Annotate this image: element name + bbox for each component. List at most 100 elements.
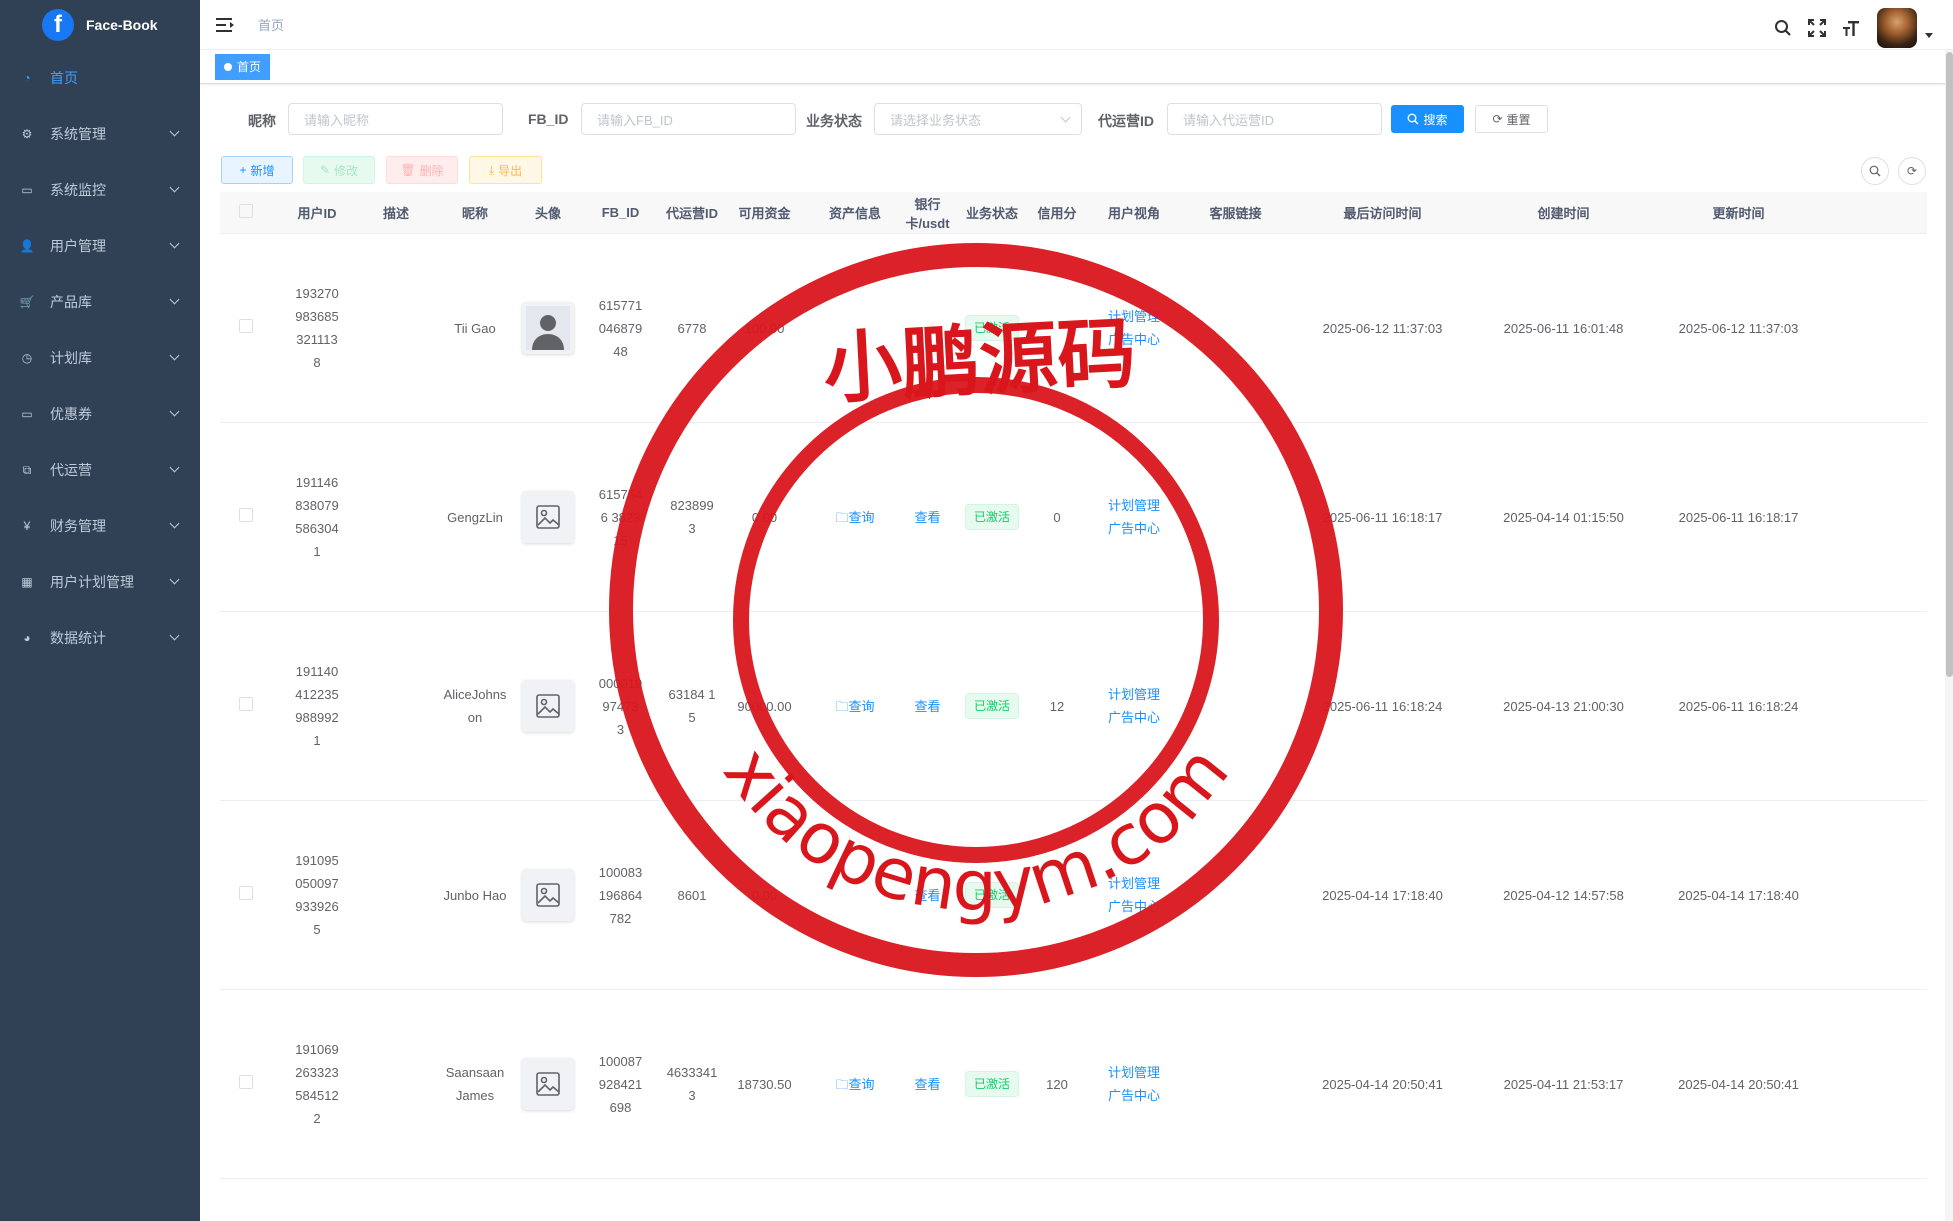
asset-query-link[interactable]: 🗀查询 bbox=[835, 1077, 874, 1092]
sidebar-item-2[interactable]: ▭ 系统监控 bbox=[0, 162, 200, 218]
sidebar-item-7[interactable]: ⧉ 代运营 bbox=[0, 442, 200, 498]
sidebar-item-1[interactable]: ⚙ 系统管理 bbox=[0, 106, 200, 162]
row-checkbox[interactable] bbox=[220, 695, 272, 718]
asset-query-link[interactable]: 🗀查询 bbox=[835, 699, 874, 714]
column-header[interactable]: 用户ID bbox=[272, 203, 362, 222]
table-row[interactable]: 1932709836853211138 Tii Gao 61577104687948… bbox=[220, 234, 1927, 423]
last-visit-cell: 2025-06-12 11:37:03 bbox=[1322, 320, 1443, 336]
bank-view-link[interactable]: 查看 bbox=[914, 888, 940, 903]
nickname-cell: Saansaan James bbox=[445, 1065, 505, 1103]
user-avatar[interactable] bbox=[1877, 8, 1917, 48]
column-header[interactable]: 可用资金 bbox=[719, 203, 810, 222]
table-row[interactable]: 1910950500979339265 Junbo Hao 100083196864… bbox=[220, 801, 1927, 990]
chevron-down-icon bbox=[169, 518, 180, 529]
row-checkbox[interactable] bbox=[220, 317, 272, 340]
add-button[interactable]: + 新增 bbox=[221, 156, 293, 184]
export-button-label: 导出 bbox=[498, 163, 523, 178]
sidebar-item-0[interactable]: ◔ 首页 bbox=[0, 50, 200, 106]
column-header[interactable]: 头像 bbox=[520, 203, 576, 222]
column-header[interactable]: 描述 bbox=[362, 203, 430, 222]
sidebar: f Face-Book ◔ 首页 ⚙ 系统管理 ▭ 系统监控 👤 用户管理 🛒 产品库 ◷ 计划库 ▭ 优… bbox=[0, 0, 200, 1221]
sidebar-item-5[interactable]: ◷ 计划库 bbox=[0, 330, 200, 386]
search-button[interactable]: 搜索 bbox=[1391, 105, 1464, 133]
image-placeholder-icon[interactable] bbox=[522, 1058, 574, 1110]
column-header[interactable]: 银行卡/usdt bbox=[900, 194, 955, 232]
caret-down-icon[interactable] bbox=[1925, 32, 1933, 38]
sidebar-item-4[interactable]: 🛒 产品库 bbox=[0, 274, 200, 330]
refresh-button[interactable]: ⟳ bbox=[1898, 157, 1926, 185]
person-avatar-icon[interactable] bbox=[522, 302, 574, 354]
status-badge: 已激活 bbox=[964, 504, 1019, 530]
ad-center-link[interactable]: 广告中心 bbox=[1085, 328, 1183, 351]
image-placeholder-icon[interactable] bbox=[522, 680, 574, 732]
status-select[interactable]: 请选择业务状态 bbox=[874, 103, 1082, 135]
nickname-input[interactable]: 请输入昵称 bbox=[288, 103, 503, 135]
ad-center-link[interactable]: 广告中心 bbox=[1085, 706, 1183, 729]
bank-cell: 查看 bbox=[900, 506, 955, 529]
search-icon[interactable] bbox=[1771, 16, 1795, 40]
bank-view-link[interactable]: 查看 bbox=[914, 1077, 940, 1092]
row-checkbox[interactable] bbox=[220, 884, 272, 907]
select-all-checkbox[interactable] bbox=[220, 204, 272, 221]
plan-management-link[interactable]: 计划管理 bbox=[1085, 305, 1183, 328]
column-header[interactable]: 代运营ID bbox=[665, 203, 719, 222]
column-header[interactable]: FB_ID bbox=[576, 205, 665, 220]
edit-button[interactable]: ✎ 修改 bbox=[303, 156, 375, 184]
reset-button[interactable]: ⟳ 重置 bbox=[1475, 105, 1548, 133]
fbid-input[interactable]: 请输入FB_ID bbox=[581, 103, 796, 135]
delete-button[interactable]: 🗑 删除 bbox=[386, 156, 458, 184]
row-checkbox[interactable] bbox=[220, 1073, 272, 1096]
navbar-right bbox=[1761, 8, 1933, 48]
nickname-cell: GengzLin bbox=[447, 509, 503, 525]
avatar-cell bbox=[520, 491, 576, 543]
bank-view-link[interactable]: 查看 bbox=[914, 510, 940, 525]
ad-center-link[interactable]: 广告中心 bbox=[1085, 895, 1183, 918]
sidebar-item-10[interactable]: ◕ 数据统计 bbox=[0, 610, 200, 666]
breadcrumb[interactable]: 首页 bbox=[258, 15, 284, 34]
plan-management-link[interactable]: 计划管理 bbox=[1085, 872, 1183, 895]
sidebar-item-3[interactable]: 👤 用户管理 bbox=[0, 218, 200, 274]
chevron-down-icon bbox=[169, 462, 180, 473]
column-header[interactable]: 昵称 bbox=[430, 203, 520, 222]
column-header[interactable]: 最后访问时间 bbox=[1288, 203, 1477, 222]
column-header[interactable]: 更新时间 bbox=[1650, 203, 1827, 222]
user-id-cell: 1910692633235845122 bbox=[295, 1042, 339, 1126]
image-placeholder-icon[interactable] bbox=[522, 869, 574, 921]
plan-management-link[interactable]: 计划管理 bbox=[1085, 683, 1183, 706]
hamburger-icon[interactable] bbox=[216, 17, 234, 32]
plan-management-link[interactable]: 计划管理 bbox=[1085, 1061, 1183, 1084]
plan-management-link[interactable]: 计划管理 bbox=[1085, 494, 1183, 517]
column-header[interactable]: 创建时间 bbox=[1477, 203, 1650, 222]
sidebar-item-label: 系统监控 bbox=[50, 182, 106, 198]
column-header[interactable]: 客服链接 bbox=[1183, 203, 1288, 222]
font-size-icon[interactable] bbox=[1839, 16, 1863, 40]
ad-center-link[interactable]: 广告中心 bbox=[1085, 1084, 1183, 1107]
agent-input[interactable]: 请输入代运营ID bbox=[1167, 103, 1382, 135]
column-header[interactable]: 资产信息 bbox=[810, 203, 900, 222]
sidebar-item-9[interactable]: ▦ 用户计划管理 bbox=[0, 554, 200, 610]
table-row[interactable]: 1911404122359889921 AliceJohnson 000019 97… bbox=[220, 612, 1927, 801]
sidebar-item-6[interactable]: ▭ 优惠券 bbox=[0, 386, 200, 442]
export-button[interactable]: ⤓ 导出 bbox=[469, 156, 542, 184]
fb-id-cell: 100083196864782 bbox=[598, 864, 643, 926]
column-header[interactable]: 业务状态 bbox=[955, 203, 1029, 222]
table-row[interactable]: 1910692633235845122 Saansaan James 1000879… bbox=[220, 990, 1927, 1179]
folder-icon: 🗀 bbox=[835, 1076, 849, 1092]
image-placeholder-icon[interactable] bbox=[522, 491, 574, 543]
toggle-search-button[interactable] bbox=[1861, 157, 1889, 185]
table-row[interactable]: 1911468380795863041 GengzLin 6157546 38231… bbox=[220, 423, 1927, 612]
row-checkbox[interactable] bbox=[220, 506, 272, 529]
search-icon bbox=[1869, 165, 1881, 177]
sidebar-item-8[interactable]: ¥ 财务管理 bbox=[0, 498, 200, 554]
column-header[interactable]: 用户视角 bbox=[1085, 203, 1183, 222]
asset-query-link[interactable]: 🗀查询 bbox=[835, 510, 874, 525]
scrollbar-thumb[interactable] bbox=[1946, 52, 1953, 677]
ad-center-link[interactable]: 广告中心 bbox=[1085, 517, 1183, 540]
funds-cell: 100.00 bbox=[744, 320, 785, 336]
fullscreen-icon[interactable] bbox=[1805, 16, 1829, 40]
user-view-cell: 计划管理 广告中心 bbox=[1085, 872, 1183, 918]
bank-view-link[interactable]: 查看 bbox=[914, 699, 940, 714]
column-header[interactable]: 信用分 bbox=[1029, 203, 1085, 222]
tag-home[interactable]: 首页 bbox=[215, 53, 271, 80]
app-logo[interactable]: f Face-Book bbox=[0, 0, 200, 50]
